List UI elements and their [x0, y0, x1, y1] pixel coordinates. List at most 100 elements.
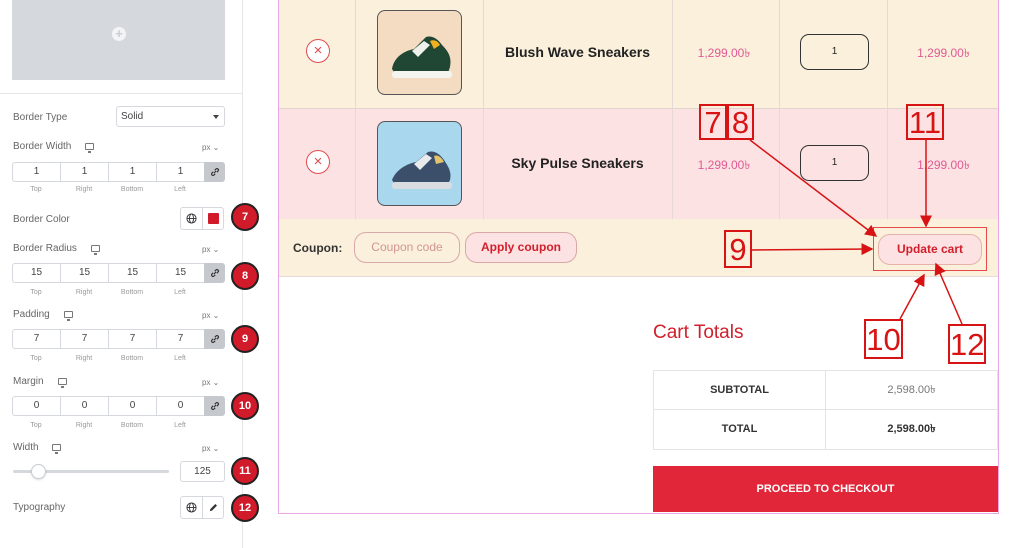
- dimension-labels: Top Right Bottom Left: [12, 289, 204, 296]
- padding-dimensions: 7 7 7 7: [12, 329, 225, 349]
- edit-pencil-icon[interactable]: [202, 497, 223, 518]
- margin-top[interactable]: 0: [12, 396, 60, 416]
- link-icon[interactable]: [204, 263, 225, 283]
- desktop-icon[interactable]: [52, 444, 61, 454]
- update-cart-button[interactable]: Update cart: [878, 234, 982, 265]
- totals-row: TOTAL 2,598.00৳: [654, 410, 997, 449]
- add-image-icon[interactable]: +: [112, 27, 126, 41]
- margin-label: Margin: [13, 376, 44, 387]
- link-icon[interactable]: [204, 329, 225, 349]
- dim-label-right: Right: [75, 355, 93, 362]
- dim-label-top: Top: [30, 289, 42, 296]
- coupon-label: Coupon:: [293, 241, 343, 255]
- product-thumbnail[interactable]: [377, 10, 462, 95]
- dim-label-right: Right: [75, 289, 93, 296]
- unit-select[interactable]: px ⌄: [202, 311, 219, 320]
- dim-label-left: Left: [174, 355, 186, 362]
- annotation-badge-9: 9: [231, 325, 259, 353]
- margin-bottom[interactable]: 0: [108, 396, 156, 416]
- border-type-value: Solid: [121, 111, 144, 122]
- border-radius-left[interactable]: 15: [156, 263, 204, 283]
- desktop-icon[interactable]: [85, 143, 94, 153]
- cart-totals-title: Cart Totals: [653, 322, 744, 343]
- subtotal-value: 2,598.00৳: [887, 384, 936, 396]
- width-input[interactable]: 125: [180, 461, 225, 482]
- border-radius-top[interactable]: 15: [12, 263, 60, 283]
- annotation-label-8: 8: [727, 104, 754, 140]
- annotation-badge-11: 11: [231, 457, 259, 485]
- border-width-bottom[interactable]: 1: [108, 162, 156, 182]
- coupon-code-input[interactable]: Coupon code: [354, 232, 460, 263]
- unit-select[interactable]: px ⌄: [202, 378, 219, 387]
- border-width-left[interactable]: 1: [156, 162, 204, 182]
- dimension-labels: Top Right Bottom Left: [12, 422, 204, 429]
- quantity-input[interactable]: 1: [800, 145, 869, 181]
- width-slider-handle[interactable]: [31, 464, 46, 479]
- padding-label: Padding: [13, 309, 50, 320]
- dim-label-top: Top: [30, 355, 42, 362]
- desktop-icon[interactable]: [64, 311, 73, 321]
- link-icon[interactable]: [204, 396, 225, 416]
- image-placeholder[interactable]: +: [12, 0, 225, 80]
- total-value: 2,598.00৳: [887, 423, 936, 435]
- color-swatch-fill: [207, 213, 219, 224]
- margin-right[interactable]: 0: [60, 396, 108, 416]
- border-radius-dimensions: 15 15 15 15: [12, 263, 225, 283]
- link-icon[interactable]: [204, 162, 225, 182]
- margin-left[interactable]: 0: [156, 396, 204, 416]
- product-thumbnail[interactable]: [377, 121, 462, 206]
- unit-select[interactable]: px ⌄: [202, 245, 219, 254]
- padding-left[interactable]: 7: [156, 329, 204, 349]
- dim-label-left: Left: [174, 422, 186, 429]
- column-divider: [779, 0, 780, 219]
- product-name[interactable]: Sky Pulse Sneakers: [485, 155, 670, 171]
- border-radius-right[interactable]: 15: [60, 263, 108, 283]
- column-divider: [887, 0, 888, 219]
- annotation-badge-8: 8: [231, 262, 259, 290]
- annotation-badge-12: 12: [231, 494, 259, 522]
- divider: [0, 93, 243, 94]
- border-type-select[interactable]: Solid: [116, 106, 225, 127]
- unit-select[interactable]: px ⌄: [202, 143, 219, 152]
- unit-select[interactable]: px ⌄: [202, 444, 219, 453]
- coupon-bar: Coupon: Coupon code Apply coupon Update …: [279, 219, 998, 277]
- dim-label-right: Right: [75, 422, 93, 429]
- dim-label-bottom: Bottom: [120, 422, 144, 429]
- unit-label: px: [202, 143, 211, 152]
- annotation-badge-7: 7: [231, 203, 259, 231]
- column-divider: [483, 0, 484, 219]
- padding-right[interactable]: 7: [60, 329, 108, 349]
- cart-row: × Blush Wave Sneakers 1,299.00৳ 1 1,299.…: [279, 0, 998, 108]
- quantity-input[interactable]: 1: [800, 34, 869, 70]
- total-label: TOTAL: [654, 410, 826, 449]
- unit-label: px: [202, 378, 211, 387]
- proceed-to-checkout-button[interactable]: PROCEED TO CHECKOUT: [653, 466, 998, 512]
- border-radius-bottom[interactable]: 15: [108, 263, 156, 283]
- row-divider: [279, 108, 998, 109]
- cart-row: × Sky Pulse Sneakers 1,299.00৳ 1 1,299.0…: [279, 108, 998, 219]
- dim-label-left: Left: [174, 186, 186, 193]
- product-price: 1,299.00৳: [697, 158, 751, 172]
- border-width-right[interactable]: 1: [60, 162, 108, 182]
- globe-icon[interactable]: [181, 497, 202, 518]
- desktop-icon[interactable]: [91, 245, 100, 255]
- unit-label: px: [202, 311, 211, 320]
- padding-top[interactable]: 7: [12, 329, 60, 349]
- column-divider: [672, 0, 673, 219]
- color-swatch[interactable]: [202, 208, 223, 229]
- width-label: Width: [13, 442, 39, 453]
- unit-label: px: [202, 444, 211, 453]
- remove-item-button[interactable]: ×: [306, 39, 330, 63]
- globe-icon[interactable]: [181, 208, 202, 229]
- apply-coupon-button[interactable]: Apply coupon: [465, 232, 577, 263]
- product-name[interactable]: Blush Wave Sneakers: [485, 44, 670, 60]
- line-subtotal: 1,299.00৳: [917, 46, 970, 60]
- dim-label-bottom: Bottom: [120, 355, 144, 362]
- dim-label-top: Top: [30, 186, 42, 193]
- padding-bottom[interactable]: 7: [108, 329, 156, 349]
- remove-item-button[interactable]: ×: [306, 150, 330, 174]
- chevron-down-icon: [213, 115, 219, 119]
- dimension-labels: Top Right Bottom Left: [12, 355, 204, 362]
- desktop-icon[interactable]: [58, 378, 67, 388]
- border-width-top[interactable]: 1: [12, 162, 60, 182]
